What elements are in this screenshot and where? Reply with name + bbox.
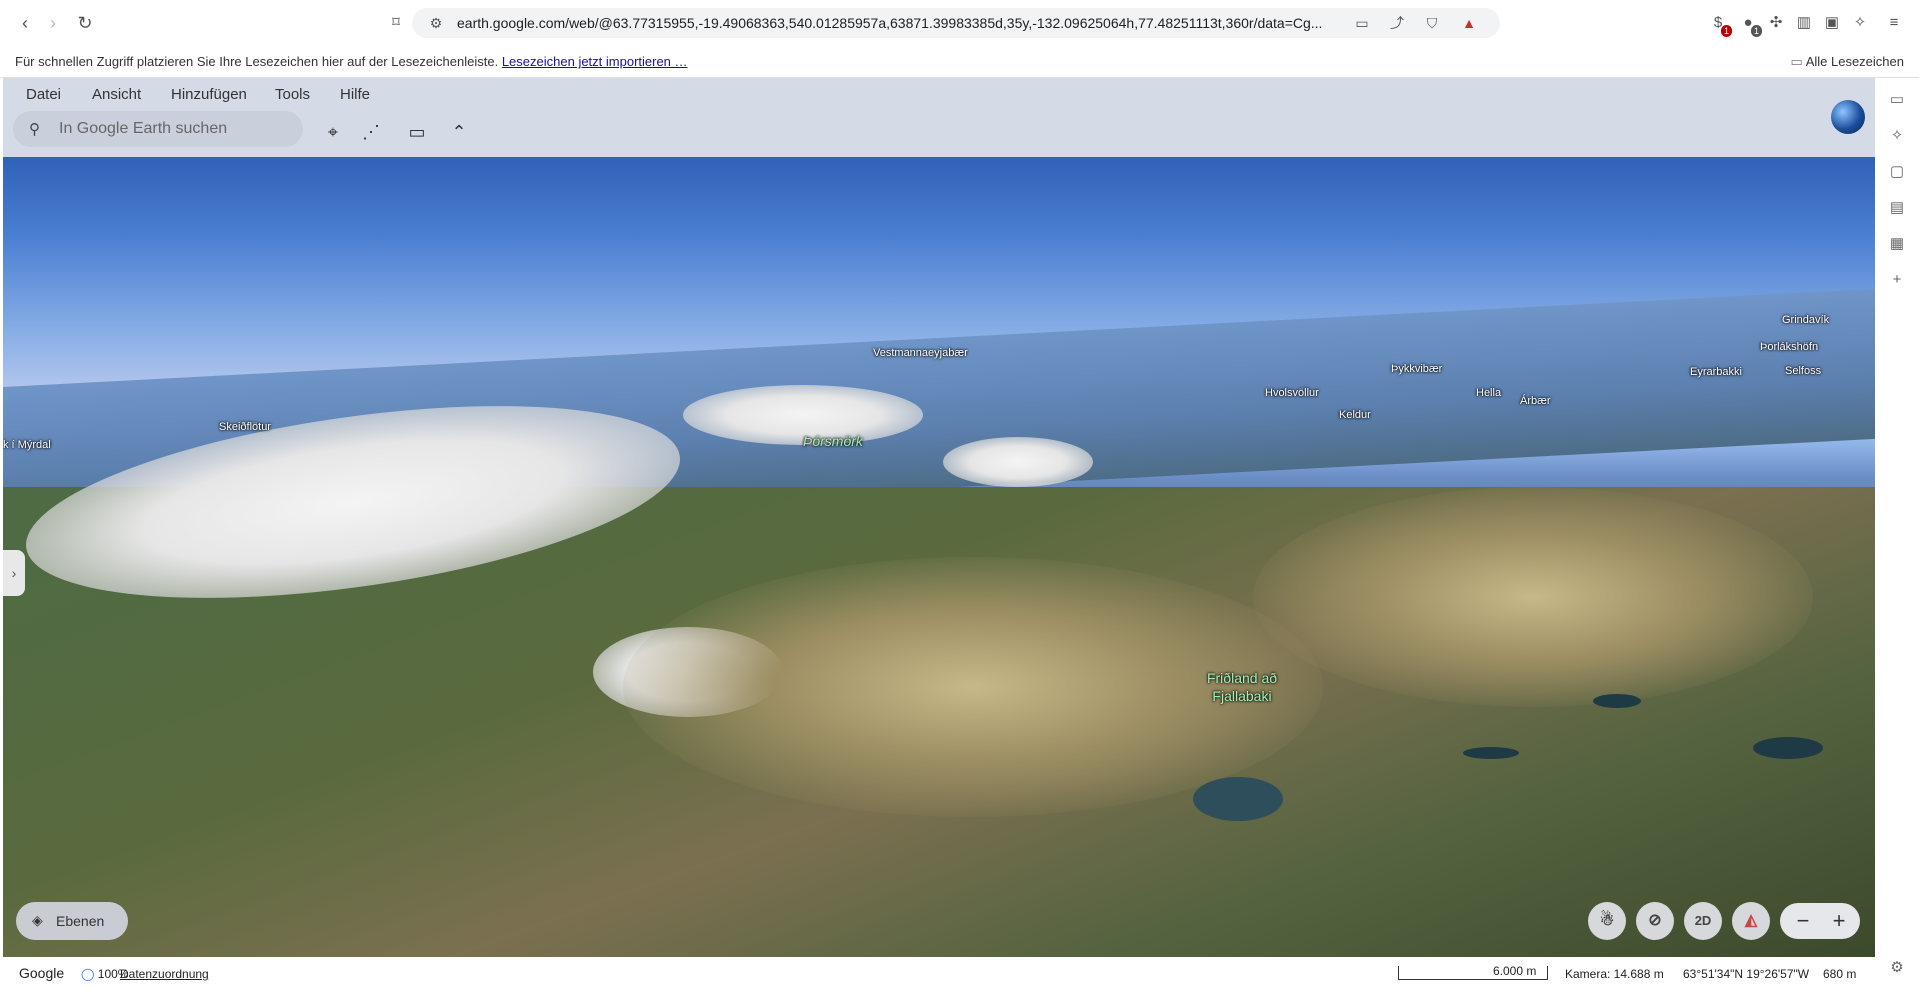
place-label[interactable]: Selfoss bbox=[1785, 365, 1821, 377]
menu-ansicht[interactable]: Ansicht bbox=[92, 86, 141, 103]
place-label[interactable]: Skeiðflötur bbox=[219, 421, 271, 433]
brave-rewards-icon[interactable]: ▲ bbox=[1459, 13, 1479, 33]
import-bookmarks-link[interactable]: Lesezeichen jetzt importieren … bbox=[502, 54, 688, 69]
gear-icon[interactable]: ⚙ bbox=[1887, 958, 1907, 978]
chevron-right-icon: › bbox=[11, 565, 17, 581]
earth-toolbar: Datei Ansicht Hinzufügen Tools Hilfe ⚲ I… bbox=[3, 78, 1875, 157]
place-label[interactable]: k í Mýrdal bbox=[3, 439, 51, 451]
place-label[interactable]: Þykkvibær bbox=[1391, 363, 1442, 375]
url-text[interactable]: earth.google.com/web/@63.77315955,-19.49… bbox=[457, 15, 1357, 31]
browser-toolbar: ‹ › ↻ ⌑ ⚙ earth.google.com/web/@63.77315… bbox=[0, 0, 1919, 46]
share-icon[interactable]: ⤴ bbox=[1387, 13, 1407, 33]
place-label[interactable]: Grindavík bbox=[1782, 314, 1829, 326]
placemark-icon[interactable]: ⌖ bbox=[320, 121, 346, 143]
compass-icon: ◭ bbox=[1744, 912, 1758, 929]
pegman-icon: ☃ bbox=[1599, 912, 1615, 929]
map-view[interactable]: Vestmannaeyjabær Skeiðflötur k í Mýrdal … bbox=[3, 157, 1875, 957]
wallet-icon[interactable]: ▭ bbox=[1887, 90, 1907, 110]
zoom-out-button[interactable]: − bbox=[1788, 907, 1818, 935]
lake bbox=[1193, 777, 1283, 821]
reset-view-button[interactable]: ⊘ bbox=[1636, 902, 1674, 940]
puzzle-icon[interactable]: ✣ bbox=[1766, 13, 1786, 33]
reload-icon[interactable]: ↻ bbox=[74, 12, 96, 34]
place-label[interactable]: Vestmannaeyjabær bbox=[873, 347, 968, 359]
brave-shield-icon[interactable]: ⛉ bbox=[1422, 13, 1442, 33]
wallet-icon[interactable]: ▣ bbox=[1822, 13, 1842, 33]
folder-icon: ▭ bbox=[1790, 54, 1806, 69]
place-label[interactable]: Hvolsvöllur bbox=[1265, 387, 1319, 399]
add-icon[interactable]: + bbox=[1887, 270, 1907, 290]
address-bar[interactable]: ⚙ earth.google.com/web/@63.77315955,-19.… bbox=[412, 8, 1500, 38]
coordinates: 63°51'34"N 19°26'57"W bbox=[1683, 967, 1810, 981]
attribution-link[interactable]: Datenzuordnung bbox=[120, 967, 209, 981]
place-label[interactable]: Keldur bbox=[1339, 409, 1371, 421]
compass-button[interactable]: ◭ bbox=[1732, 902, 1770, 940]
lake bbox=[1463, 747, 1519, 759]
search-input[interactable]: In Google Earth suchen bbox=[59, 120, 227, 138]
all-bookmarks-button[interactable]: ▭ Alle Lesezeichen bbox=[1791, 54, 1904, 70]
status-bar: Google ◯ 100% Datenzuordnung 6.000 m Kam… bbox=[3, 960, 1875, 987]
place-label[interactable]: Friðland að Fjallabaki bbox=[1197, 669, 1287, 705]
account-avatar[interactable] bbox=[1831, 100, 1865, 134]
lake bbox=[1753, 737, 1823, 759]
zoom-control: − + bbox=[1780, 903, 1860, 939]
pegman-button[interactable]: ☃ bbox=[1588, 902, 1626, 940]
bookmarks-icon[interactable]: ▤ bbox=[1887, 198, 1907, 218]
layers-button[interactable]: ◈ Ebenen bbox=[16, 902, 128, 940]
scale-label: 6.000 m bbox=[1493, 964, 1537, 978]
google-logo: Google bbox=[19, 965, 65, 981]
reading-list-icon[interactable]: ▦ bbox=[1887, 234, 1907, 254]
mountains bbox=[1253, 487, 1813, 707]
search-icon: ⚲ bbox=[29, 121, 40, 138]
elevation: 680 m bbox=[1823, 967, 1857, 981]
extension-icon[interactable]: ● 1 bbox=[1738, 13, 1762, 37]
place-label[interactable]: Eyrarbakki bbox=[1690, 366, 1742, 378]
news-icon[interactable]: ▢ bbox=[1887, 162, 1907, 182]
glacier bbox=[943, 437, 1093, 487]
toggle-2d-button[interactable]: 2D bbox=[1684, 902, 1722, 940]
layers-icon: ◈ bbox=[32, 912, 43, 928]
earth-search[interactable]: ⚲ In Google Earth suchen bbox=[13, 111, 303, 147]
camera-altitude: Kamera: 14.688 m bbox=[1565, 967, 1664, 981]
google-earth-app: Datei Ansicht Hinzufügen Tools Hilfe ⚲ I… bbox=[3, 78, 1875, 987]
menu-tools[interactable]: Tools bbox=[275, 86, 310, 103]
forward-icon[interactable]: › bbox=[42, 12, 64, 34]
bookmark-icon[interactable]: ⌑ bbox=[385, 12, 407, 34]
menu-icon[interactable]: ≡ bbox=[1884, 13, 1904, 33]
extension-icon[interactable]: $1 bbox=[1708, 13, 1732, 37]
zoom-in-button[interactable]: + bbox=[1824, 907, 1854, 935]
place-label[interactable]: Þorlákshöfn bbox=[1760, 341, 1818, 353]
place-label[interactable]: Árbær bbox=[1520, 395, 1551, 407]
bookmarks-bar: Für schnellen Zugriff platzieren Sie Ihr… bbox=[0, 46, 1919, 78]
leo-icon[interactable]: ✧ bbox=[1887, 126, 1907, 146]
bookmarks-hint: Für schnellen Zugriff platzieren Sie Ihr… bbox=[15, 54, 688, 69]
sidebar-icon[interactable]: ▥ bbox=[1794, 13, 1814, 33]
lake bbox=[1593, 694, 1641, 708]
leo-icon[interactable]: ✧ bbox=[1850, 13, 1870, 33]
loading-ring-icon: ◯ bbox=[81, 967, 95, 981]
site-settings-icon[interactable]: ⚙ bbox=[426, 13, 446, 33]
back-icon[interactable]: ‹ bbox=[14, 12, 36, 34]
place-label[interactable]: Þórsmörk bbox=[803, 433, 863, 449]
path-icon[interactable]: ⋰ bbox=[358, 121, 384, 143]
expand-panel-button[interactable]: › bbox=[3, 550, 25, 596]
menu-hilfe[interactable]: Hilfe bbox=[340, 86, 370, 103]
menu-datei[interactable]: Datei bbox=[26, 86, 61, 103]
chevron-up-icon[interactable]: ⌃ bbox=[446, 121, 472, 143]
place-label[interactable]: Hella bbox=[1476, 387, 1501, 399]
menu-hinzufuegen[interactable]: Hinzufügen bbox=[171, 86, 247, 103]
browser-sidebar: ▭ ✧ ▢ ▤ ▦ + ⚙ bbox=[1875, 78, 1919, 987]
tilt-icon: ⊘ bbox=[1648, 912, 1662, 929]
cast-icon[interactable]: ▭ bbox=[1352, 13, 1372, 33]
ruler-icon[interactable]: ▭ bbox=[404, 121, 430, 143]
